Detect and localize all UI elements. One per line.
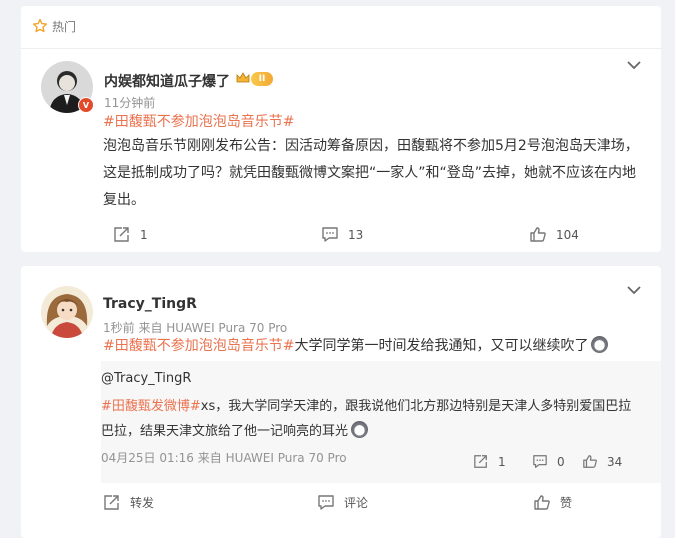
emoji-icon (351, 421, 369, 438)
author-name[interactable]: Tracy_TingR (103, 296, 197, 312)
repost-button[interactable]: 1 (113, 226, 148, 243)
quoted-meta: 04月25日 01:16 来自 HUAWEI Pura 70 Pro (101, 451, 347, 465)
emoji-icon (591, 336, 609, 353)
like-button[interactable]: 赞 (533, 494, 572, 511)
quoted-repost-count: 1 (498, 454, 506, 469)
member-level-badge: II (251, 72, 273, 86)
comment-button[interactable]: 13 (321, 226, 363, 243)
quoted-topic-link[interactable]: #田馥甄发微博# (101, 399, 201, 414)
chevron-down-icon[interactable] (627, 285, 641, 295)
verified-badge-icon: V (78, 97, 94, 113)
post-body: #田馥甄不参加泡泡岛音乐节#大学同学第一时间发给我通知，又可以继续吹了 (103, 333, 609, 360)
thumbs-up-icon (583, 455, 597, 468)
comment-button[interactable]: 评论 (317, 494, 368, 511)
repost-count: 1 (140, 227, 148, 242)
comment-icon (533, 455, 547, 468)
like-button[interactable]: 104 (529, 226, 579, 243)
quoted-like-button[interactable]: 34 (582, 454, 622, 469)
author-name[interactable]: 内娱都知道瓜子爆了 (104, 71, 230, 91)
quoted-like-count: 34 (607, 454, 623, 469)
quoted-author[interactable]: @Tracy_TingR (101, 371, 191, 386)
repost-button[interactable]: 转发 (103, 494, 154, 511)
post-text: 大学同学第一时间发给我通知，又可以继续吹了 (294, 338, 589, 354)
repost-icon (114, 227, 129, 242)
comment-count: 13 (348, 227, 364, 242)
hot-section-header: 热门 (32, 16, 76, 36)
comment-icon (322, 227, 338, 242)
comment-icon (318, 495, 334, 510)
author-avatar[interactable] (41, 286, 93, 338)
repost-icon (474, 455, 487, 468)
quoted-body: #田馥甄发微博#xs，我大学同学天津的，跟我说他们北方那边特别是天津人多特别爱国… (101, 394, 641, 444)
comment-label: 评论 (344, 496, 369, 510)
post-text: 泡泡岛音乐节刚刚发布公告：因活动筹备原因，田馥甄将不参加5月2号泡泡岛天津场，这… (103, 138, 639, 208)
quoted-comment-button[interactable]: 0 (532, 454, 565, 469)
post-card-2: Tracy_TingR 1秒前 来自 HUAWEI Pura 70 Pro #田… (21, 266, 661, 538)
crown-icon (235, 70, 251, 90)
quoted-comment-count: 0 (557, 454, 565, 469)
quoted-repost-button[interactable]: 1 (473, 454, 506, 469)
hot-label: 热门 (52, 19, 77, 34)
repost-icon (104, 495, 119, 510)
divider (21, 48, 661, 49)
post-topic-link[interactable]: #田馥甄不参加泡泡岛音乐节# (103, 338, 294, 354)
quoted-post[interactable]: @Tracy_TingR #田馥甄发微博#xs，我大学同学天津的，跟我说他们北方… (101, 361, 661, 483)
post-card-1: 热门 V 内娱都知道瓜子爆了 II 11分钟前 #田馥甄不参加泡泡岛音乐节# 泡… (21, 6, 661, 252)
star-icon (33, 18, 47, 33)
like-count: 104 (556, 227, 579, 242)
post-topic-link[interactable]: #田馥甄不参加泡泡岛音乐节# (103, 109, 294, 136)
repost-label: 转发 (130, 496, 155, 510)
thumbs-up-icon (534, 495, 550, 510)
chevron-down-icon[interactable] (627, 60, 641, 70)
like-label: 赞 (560, 496, 573, 510)
thumbs-up-icon (530, 227, 546, 242)
